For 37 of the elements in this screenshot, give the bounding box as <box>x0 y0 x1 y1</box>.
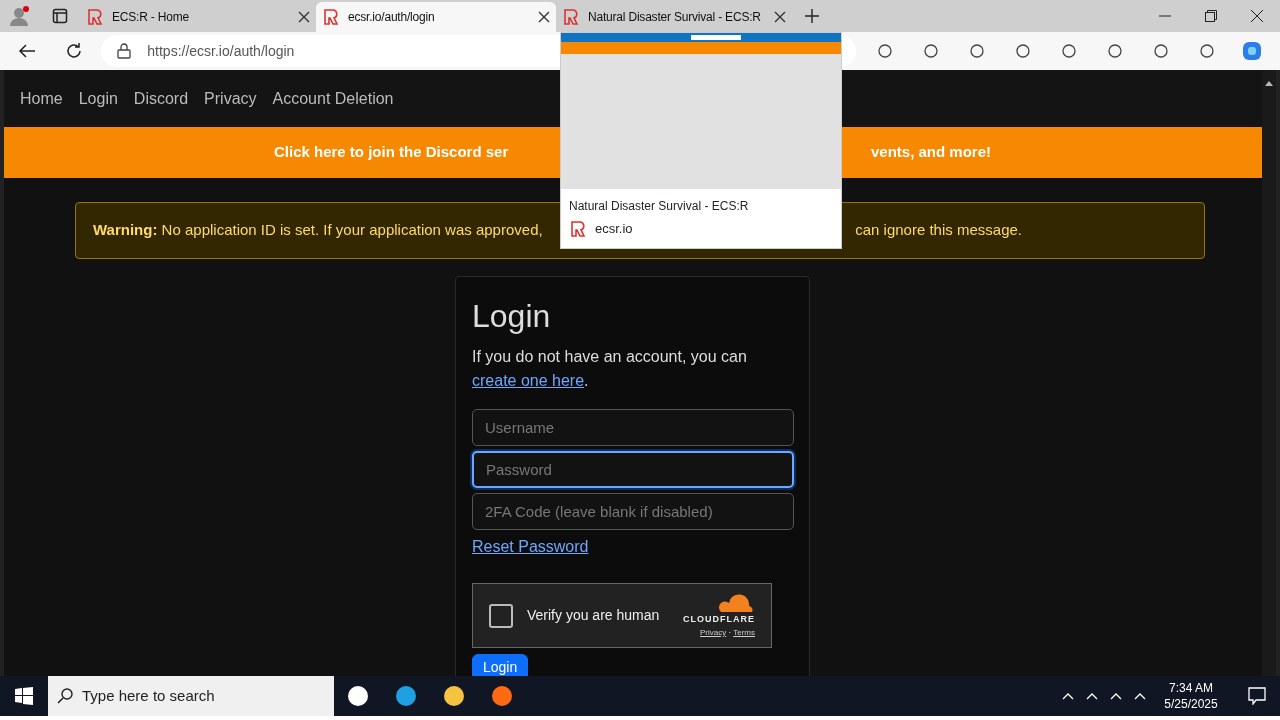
lock-icon <box>117 43 132 59</box>
nav-link[interactable]: Discord <box>125 86 197 111</box>
terms-link[interactable]: Terms <box>733 627 755 637</box>
preview-site: ecsr.io <box>595 220 633 238</box>
logo-icon <box>562 8 580 26</box>
close-icon[interactable] <box>298 11 310 23</box>
nav-link[interactable]: Login <box>70 86 126 111</box>
close-icon[interactable] <box>774 11 786 23</box>
login-title: Login <box>472 297 552 336</box>
captcha-label: Verify you are human <box>527 606 660 626</box>
taskbar-search-field[interactable]: Type here to search <box>48 676 334 716</box>
logo-icon <box>86 8 104 26</box>
reset-password-link[interactable]: Reset Password <box>472 538 589 556</box>
warning-text: can ignore this message. <box>855 220 1022 241</box>
nav-link[interactable]: Account Deletion <box>264 86 402 111</box>
cloud-icon <box>717 593 755 614</box>
create-account-link[interactable]: create one here <box>472 372 585 390</box>
search-icon <box>56 687 74 705</box>
privacy-link[interactable]: Privacy <box>700 627 727 637</box>
clock-time: 7:34 AM <box>1168 680 1214 696</box>
checkbox[interactable] <box>489 603 513 628</box>
close-icon[interactable] <box>538 11 550 23</box>
login-button[interactable]: Login <box>472 654 529 676</box>
logo-icon <box>322 8 340 26</box>
input-field[interactable]: 2FA Code (leave blank if disabled) <box>472 493 794 531</box>
input-field[interactable]: Username <box>472 409 794 447</box>
preview-title: Natural Disaster Survival - ECS:R <box>568 198 750 215</box>
input-field[interactable]: Password <box>472 451 794 489</box>
browser-tab[interactable]: ecsr.io/auth/login <box>316 2 556 32</box>
nav-link[interactable]: Privacy <box>196 86 265 111</box>
separator-text: · <box>728 627 732 637</box>
intro-text: If you do not have an account, you can create one here. <box>472 347 748 392</box>
brand-text: CLOUDFLARE <box>683 613 755 627</box>
warning-text: Warning: No application ID is set. If your application was approved, <box>93 220 543 241</box>
clock-date: 5/25/2025 <box>1163 696 1219 712</box>
logo-icon <box>569 219 587 238</box>
nav-link[interactable]: Home <box>12 86 71 111</box>
